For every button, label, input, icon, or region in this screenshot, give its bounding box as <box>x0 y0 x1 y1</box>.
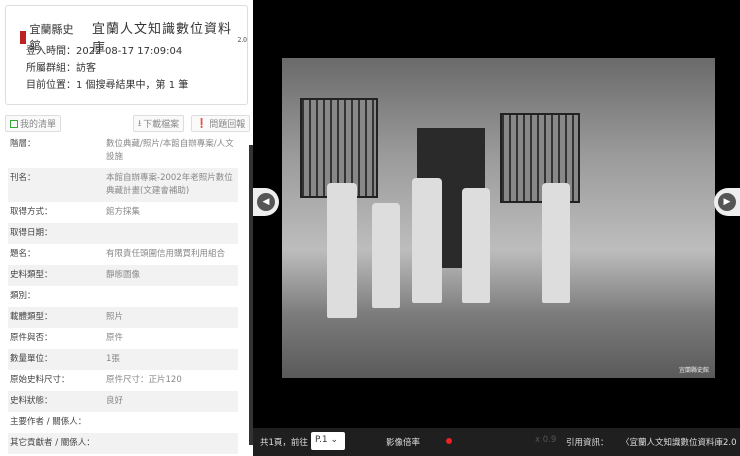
metadata-row: 題名： 有限責任頭圍信用購買利用組合 <box>8 244 238 265</box>
metadata-row: 原始史料尺寸： 原件尺寸：正片120 <box>8 370 238 391</box>
download-label: 下載檔案 <box>143 120 180 130</box>
field-label: 刊名： <box>10 173 36 183</box>
metadata-panel: 宜蘭縣史館 宜蘭人文知識數位資料庫 2.0 登入時間：2022-08-17 17… <box>0 0 253 456</box>
metadata-row: 階層： 數位典藏/照片/本館自辦專案/人文設施 <box>8 134 238 168</box>
header-card: 宜蘭縣史館 宜蘭人文知識數位資料庫 2.0 登入時間：2022-08-17 17… <box>5 5 248 105</box>
field-label: 史料狀態： <box>10 396 53 406</box>
photo-figure <box>462 188 490 303</box>
page-select-value: P.1 <box>315 435 328 445</box>
field-value: 靜態圖像 <box>106 270 141 280</box>
seal-icon <box>20 30 26 44</box>
cite-value: 〈宜蘭人文知識數位資料庫2.0 <box>621 438 737 448</box>
download-icon: ⭳ <box>138 118 142 129</box>
photo-figure <box>372 203 400 308</box>
metadata-table: 階層： 數位典藏/照片/本館自辦專案/人文設施刊名： 本館自辦專案-2002年老照片… <box>8 134 238 456</box>
info-icon: ❗ <box>196 118 208 129</box>
site-version: 2.0 <box>237 36 247 44</box>
photo-figure <box>327 183 357 318</box>
field-label: 主要作者 / 關係人： <box>10 417 87 427</box>
metadata-row: 史料類型： 靜態圖像 <box>8 265 238 286</box>
field-value: 本館自辦專案-2002年老照片數位典藏計畫(文建會補助) <box>106 173 233 196</box>
zoom-value: x 0.9 <box>535 435 557 445</box>
metadata-row: 載體類型： 照片 <box>8 307 238 328</box>
download-button[interactable]: ⭳ 下載檔案 <box>133 115 185 132</box>
field-label: 其它貢獻者 / 關係人： <box>10 438 95 448</box>
metadata-row: 取得日期： <box>8 223 238 244</box>
prev-button[interactable]: ◀ <box>253 188 279 216</box>
field-label: 類別： <box>10 291 36 301</box>
field-label: 取得方式： <box>10 207 53 217</box>
report-button[interactable]: ❗ 問題回報 <box>191 115 251 132</box>
metadata-row: 史料狀態： 良好 <box>8 391 238 412</box>
metadata-row: 主要作者 / 關係人： <box>8 412 238 433</box>
page-count: 共1頁，前往 <box>260 438 308 448</box>
metadata-row: 原件與否： 原件 <box>8 328 238 349</box>
photo-figure <box>412 178 442 303</box>
viewer-toolbar: 共1頁，前往 P.1 ⌄ 影像倍率 x 0.9 引用資訊： 〈宜蘭人文知識數位資… <box>253 428 740 456</box>
login-time: 登入時間：2022-08-17 17:09:04 <box>26 46 183 57</box>
field-value: 良好 <box>106 396 124 406</box>
field-label: 數量單位： <box>10 354 53 364</box>
metadata-row: 刊名： 本館自辦專案-2002年老照片數位典藏計畫(文建會補助) <box>8 168 238 202</box>
field-value: 照片 <box>106 312 124 322</box>
watermark: 宜蘭縣史館 <box>678 367 709 374</box>
next-button[interactable]: ▶ <box>714 188 740 216</box>
field-value: 1張 <box>106 354 120 364</box>
photo-figure <box>542 183 570 303</box>
metadata-row: 其它貢獻者 / 關係人： <box>8 433 238 454</box>
arrow-left-icon: ◀ <box>257 193 275 211</box>
field-label: 階層： <box>10 139 36 149</box>
my-list-label: 我的清單 <box>20 120 57 130</box>
photo-image[interactable]: 宜蘭縣史館 <box>282 58 715 378</box>
field-label: 史料類型： <box>10 270 53 280</box>
current-position: 目前位置：1 個搜尋結果中，第 1 筆 <box>26 80 189 91</box>
chevron-down-icon: ⌄ <box>330 435 339 445</box>
field-label: 題名： <box>10 249 36 259</box>
field-label: 原件與否： <box>10 333 53 343</box>
field-label: 原始史料尺寸： <box>10 375 70 385</box>
metadata-row: 類別： <box>8 286 238 307</box>
field-value: 館方採集 <box>106 207 141 217</box>
field-label: 載體類型： <box>10 312 53 322</box>
cite-label: 引用資訊： <box>566 438 609 448</box>
my-list-button[interactable]: 我的清單 <box>5 115 62 132</box>
zoom-label: 影像倍率 <box>386 438 421 448</box>
user-group: 所屬群組：訪客 <box>26 63 96 74</box>
metadata-row: 取得方式： 館方採集 <box>8 202 238 223</box>
report-label: 問題回報 <box>209 120 246 130</box>
field-value: 有限責任頭圍信用購買利用組合 <box>106 249 226 259</box>
field-value: 數位典藏/照片/本館自辦專案/人文設施 <box>106 139 234 162</box>
field-value: 原件尺寸：正片120 <box>106 375 182 385</box>
field-value: 原件 <box>106 333 124 343</box>
arrow-right-icon: ▶ <box>718 193 736 211</box>
page-select[interactable]: P.1 ⌄ <box>311 432 345 450</box>
metadata-row: 數量單位： 1張 <box>8 349 238 370</box>
checkbox-icon <box>10 119 18 128</box>
zoom-slider-handle[interactable] <box>446 438 452 444</box>
field-label: 取得日期： <box>10 228 53 238</box>
